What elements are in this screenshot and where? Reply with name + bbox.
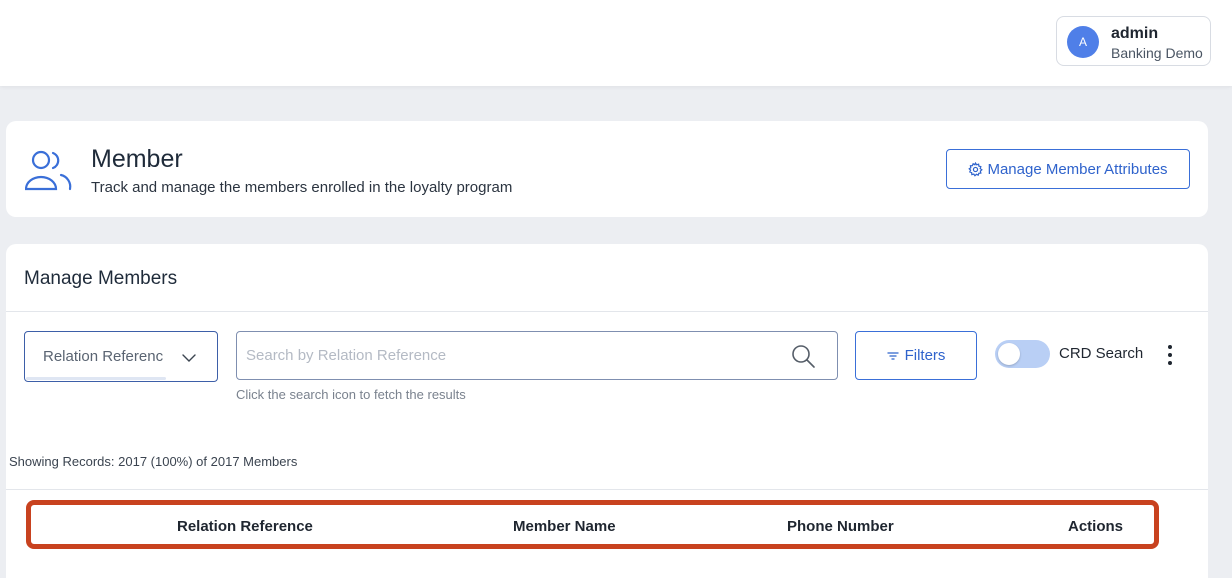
column-header-relation-reference[interactable]: Relation Reference [177,518,313,535]
user-org: Banking Demo [1111,45,1203,61]
records-summary: Showing Records: 2017 (100%) of 2017 Mem… [9,454,297,469]
records-value: 2017 (100%) of 2017 Members [118,454,298,469]
filters-label: Filters [904,347,946,364]
gear-icon [968,161,984,177]
section-title: Manage Members [24,268,178,289]
filter-icon [886,351,899,360]
select-underline [26,377,166,380]
search-icon[interactable] [790,343,816,369]
top-bar: A admin Banking Demo [0,0,1232,86]
search-field-select[interactable]: Relation Referenc [24,331,218,382]
column-header-member-name[interactable]: Member Name [513,518,616,535]
divider [6,311,1208,312]
search-hint: Click the search icon to fetch the resul… [236,387,466,402]
column-header-phone-number[interactable]: Phone Number [787,518,894,535]
chevron-down-icon [182,354,196,362]
toggle-knob [998,343,1020,365]
page-title: Member [91,145,183,173]
divider [6,489,1208,490]
table-header: Relation Reference Member Name Phone Num… [26,500,1159,549]
search-input[interactable]: Search by Relation Reference [236,331,838,380]
records-label: Showing Records: [9,454,115,469]
crd-search-toggle[interactable] [995,340,1050,368]
filters-button[interactable]: Filters [855,331,977,380]
search-placeholder: Search by Relation Reference [246,347,447,364]
crd-search-label: CRD Search [1059,345,1144,362]
page-subtitle: Track and manage the members enrolled in… [91,179,513,196]
user-menu[interactable]: A admin Banking Demo [1056,16,1211,66]
manage-member-attributes-button[interactable]: Manage Member Attributes [946,149,1190,189]
avatar: A [1067,26,1099,58]
search-field-select-value: Relation Referenc [43,348,164,365]
manage-member-attributes-label: Manage Member Attributes [987,160,1168,178]
member-header-card: Member Track and manage the members enro… [6,121,1208,217]
user-name: admin [1111,25,1159,42]
more-options-icon[interactable] [1166,345,1174,365]
column-header-actions: Actions [1068,518,1124,535]
manage-members-card: Manage Members Relation Referenc Search … [6,244,1208,578]
users-icon [25,150,72,191]
